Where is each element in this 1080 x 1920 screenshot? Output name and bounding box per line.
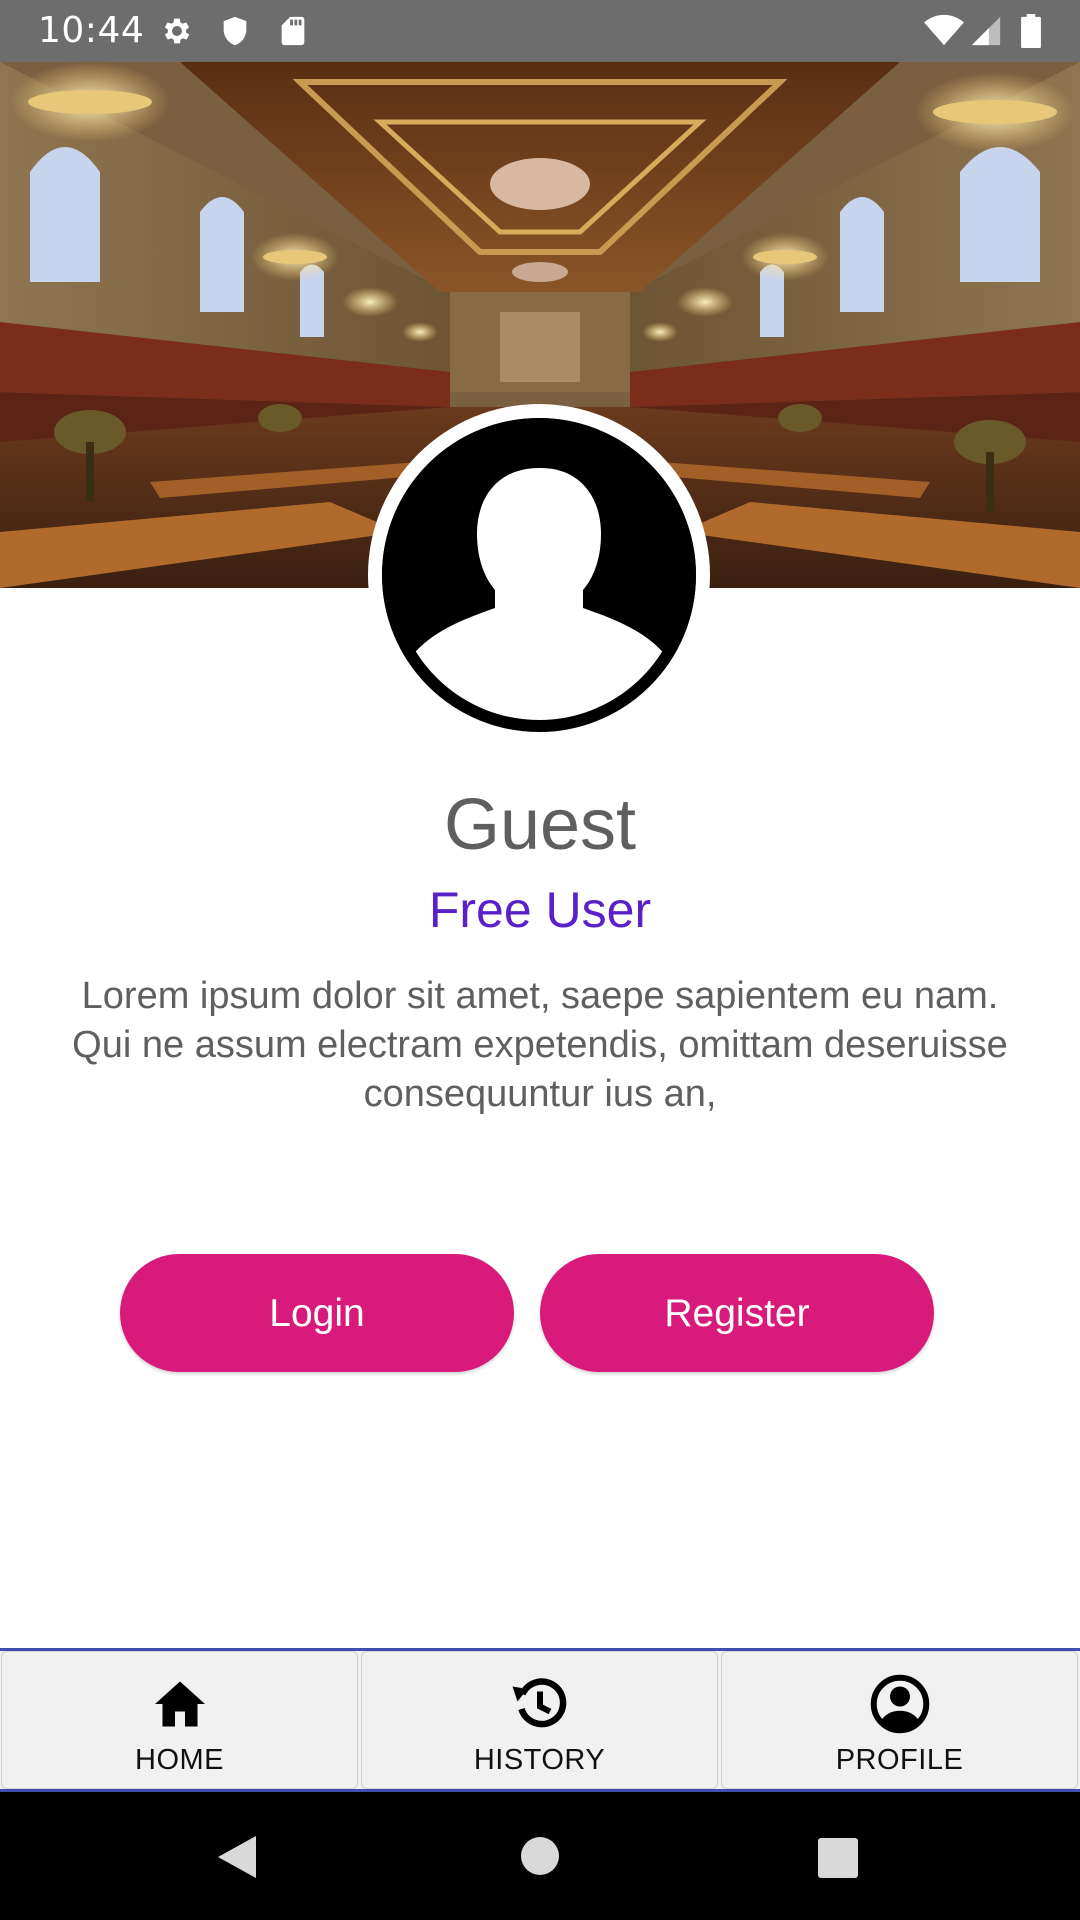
login-button[interactable]: Login	[120, 1254, 514, 1372]
profile-description: Lorem ipsum dolor sit amet, saepe sapien…	[72, 975, 1008, 1115]
nav-home[interactable]: HOME	[1, 1651, 358, 1789]
nav-label-profile: PROFILE	[835, 1744, 964, 1776]
person-silhouette-icon[interactable]	[382, 418, 696, 732]
back-icon[interactable]	[216, 1834, 258, 1880]
nav-history[interactable]: HISTORY	[361, 1651, 718, 1789]
home-icon	[154, 1681, 205, 1727]
sd-card-icon	[281, 16, 305, 46]
signal-icon	[971, 16, 1001, 46]
recents-icon[interactable]	[818, 1838, 858, 1878]
battery-icon	[1021, 14, 1041, 48]
status-time: 10:44	[38, 10, 145, 51]
nav-label-history: HISTORY	[473, 1744, 606, 1776]
system-navigation-bar	[0, 1792, 1080, 1920]
settings-icon	[164, 18, 190, 44]
home-circle-icon[interactable]	[520, 1836, 560, 1876]
register-button[interactable]: Register	[540, 1254, 934, 1372]
nav-label-home: HOME	[135, 1744, 224, 1776]
status-bar: 10:44	[0, 0, 1080, 62]
profile-name: Guest	[443, 785, 637, 865]
shield-icon	[223, 16, 247, 46]
nav-profile[interactable]: PROFILE	[721, 1651, 1078, 1789]
wifi-icon	[924, 14, 964, 46]
account-type: Free User	[428, 882, 652, 938]
bottom-navigation: HOME HISTORY PROFILE	[0, 1648, 1080, 1792]
history-icon	[512, 1678, 566, 1728]
account-circle-icon	[870, 1674, 929, 1734]
